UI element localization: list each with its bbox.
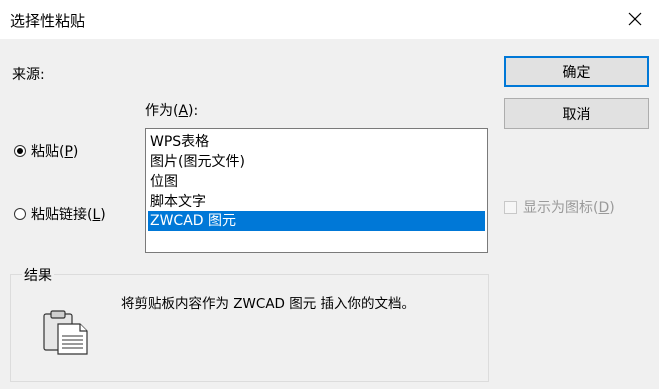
- radio-paste-link-indicator[interactable]: [14, 208, 26, 220]
- format-listbox[interactable]: WPS表格 图片(图元文件) 位图 脚本文字 ZWCAD 图元: [145, 128, 488, 253]
- radio-paste-link[interactable]: 粘贴链接(L): [14, 204, 106, 224]
- radio-paste-label: 粘贴(P): [31, 144, 79, 160]
- ok-button[interactable]: 确定: [504, 56, 649, 87]
- radio-selected-dot: [17, 148, 23, 154]
- as-label: 作为(A):: [145, 103, 199, 119]
- cancel-button[interactable]: 取消: [504, 98, 649, 129]
- display-as-icon-checkbox[interactable]: 显示为图标(D): [504, 197, 615, 217]
- result-description: 将剪贴板内容作为 ZWCAD 图元 插入你的文档。: [121, 296, 416, 312]
- clipboard-paste-icon: [42, 310, 90, 360]
- display-as-icon-box[interactable]: [504, 200, 517, 214]
- title-bar: [0, 0, 659, 39]
- list-item[interactable]: 脚本文字: [148, 192, 485, 212]
- list-item[interactable]: WPS表格: [148, 132, 485, 152]
- window-title: 选择性粘贴: [10, 12, 86, 30]
- list-item[interactable]: 图片(图元文件): [148, 152, 485, 172]
- radio-paste-indicator[interactable]: [14, 145, 26, 157]
- list-item[interactable]: 位图: [148, 172, 485, 192]
- display-as-icon-label: 显示为图标(D): [523, 200, 615, 216]
- source-label: 来源:: [12, 67, 45, 83]
- result-title: 结果: [22, 265, 54, 285]
- list-item-selected[interactable]: ZWCAD 图元: [148, 211, 485, 231]
- close-icon: [628, 12, 642, 26]
- close-button[interactable]: [620, 5, 650, 33]
- radio-paste-link-label: 粘贴链接(L): [31, 207, 106, 223]
- radio-paste[interactable]: 粘贴(P): [14, 141, 78, 161]
